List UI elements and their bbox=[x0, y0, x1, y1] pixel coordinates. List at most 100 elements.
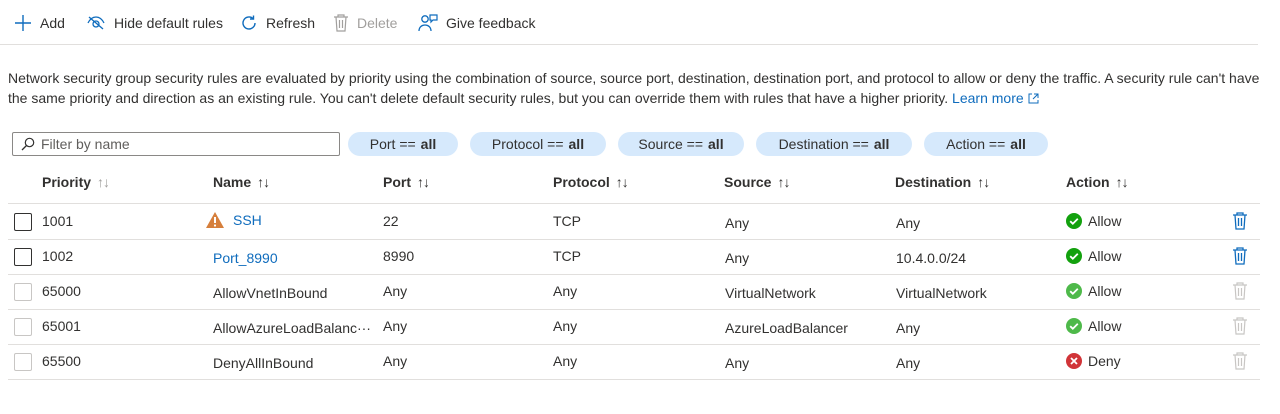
action-label: Allow bbox=[1088, 318, 1122, 334]
delete-rule-icon-disabled bbox=[1233, 352, 1247, 370]
row-checkbox-disabled bbox=[14, 283, 32, 301]
refresh-label: Refresh bbox=[266, 15, 316, 31]
allow-check-icon bbox=[1066, 213, 1082, 229]
plus-icon bbox=[15, 15, 31, 31]
name-cell: AllowVnetInBound bbox=[213, 285, 328, 301]
column-header-destination[interactable]: Destination ↑↓ bbox=[895, 174, 990, 190]
column-header-label: Port bbox=[383, 174, 411, 190]
destination-cell: Any bbox=[896, 320, 921, 336]
pill-value: all bbox=[1010, 136, 1026, 152]
pill-value: all bbox=[420, 136, 437, 152]
source-cell: AzureLoadBalancer bbox=[725, 320, 848, 336]
pill-value: all bbox=[568, 136, 585, 152]
sort-arrows-icon: ↑↓ bbox=[97, 174, 110, 190]
protocol-filter-pill[interactable]: Protocol == all bbox=[470, 132, 606, 156]
action-cell: Allow bbox=[1066, 213, 1121, 229]
destination-cell: VirtualNetwork bbox=[896, 285, 987, 301]
destination-cell: Any bbox=[896, 355, 921, 371]
delete-rule-icon[interactable] bbox=[1232, 247, 1248, 265]
protocol-cell: TCP bbox=[553, 248, 581, 264]
delete-button[interactable]: Delete bbox=[333, 12, 397, 34]
external-link-icon bbox=[1028, 93, 1039, 104]
column-header-priority[interactable]: Priority ↑↓ bbox=[42, 174, 110, 190]
row-checkbox[interactable] bbox=[14, 213, 32, 231]
column-header-port[interactable]: Port ↑↓ bbox=[383, 174, 430, 190]
trash-icon bbox=[334, 14, 348, 32]
port-filter-pill[interactable]: Port == all bbox=[348, 132, 458, 156]
hide-default-rules-label: Hide default rules bbox=[114, 15, 223, 31]
pill-key: Destination == bbox=[778, 136, 869, 152]
allow-check-icon bbox=[1066, 248, 1082, 264]
filter-by-name-box[interactable] bbox=[12, 132, 340, 156]
name-cell: AllowAzureLoadBalanc··· bbox=[213, 320, 371, 336]
priority-cell: 65000 bbox=[42, 283, 81, 299]
table-row[interactable]: 1002 Port_8990 8990 TCP Any 10.4.0.0/24 … bbox=[8, 239, 1260, 275]
row-checkbox-disabled bbox=[14, 353, 32, 371]
nsg-rules-description: Network security group security rules ar… bbox=[8, 68, 1270, 108]
priority-cell: 65500 bbox=[42, 353, 81, 369]
learn-more-link[interactable]: Learn more bbox=[952, 90, 1039, 106]
protocol-cell: TCP bbox=[553, 213, 581, 229]
pill-key: Port == bbox=[369, 136, 416, 152]
port-cell: 22 bbox=[383, 213, 399, 229]
action-cell: Allow bbox=[1066, 248, 1121, 264]
table-row: 65001 AllowAzureLoadBalanc··· Any Any Az… bbox=[8, 309, 1260, 345]
source-cell: Any bbox=[725, 355, 750, 371]
name-cell: SSH bbox=[205, 211, 262, 229]
learn-more-label: Learn more bbox=[952, 90, 1024, 106]
column-header-label: Protocol bbox=[553, 174, 610, 190]
action-cell: Allow bbox=[1066, 283, 1121, 299]
allow-check-icon bbox=[1066, 318, 1082, 334]
pill-value: all bbox=[708, 136, 724, 152]
sort-arrows-icon: ↑↓ bbox=[777, 174, 790, 190]
column-header-source[interactable]: Source ↑↓ bbox=[724, 174, 790, 190]
table-row[interactable]: 1001 SSH 22 TCP Any Any Allow bbox=[8, 204, 1260, 240]
rule-name-link[interactable]: SSH bbox=[233, 212, 262, 228]
pill-key: Source == bbox=[638, 136, 704, 152]
action-label: Deny bbox=[1088, 353, 1121, 369]
search-icon bbox=[21, 137, 35, 151]
pill-value: all bbox=[873, 136, 890, 152]
table-row: 65000 AllowVnetInBound Any Any VirtualNe… bbox=[8, 274, 1260, 310]
destination-filter-pill[interactable]: Destination == all bbox=[756, 132, 912, 156]
rule-name-link[interactable]: Port_8990 bbox=[213, 250, 278, 266]
port-cell: Any bbox=[383, 318, 408, 334]
column-header-label: Priority bbox=[42, 174, 92, 190]
row-checkbox[interactable] bbox=[14, 248, 32, 266]
column-header-label: Destination bbox=[895, 174, 972, 190]
give-feedback-label: Give feedback bbox=[446, 15, 536, 31]
delete-rule-icon-disabled bbox=[1233, 317, 1247, 335]
hide-default-rules-button[interactable]: Hide default rules bbox=[86, 12, 223, 34]
column-header-protocol[interactable]: Protocol ↑↓ bbox=[553, 174, 629, 190]
priority-cell: 1002 bbox=[42, 248, 74, 264]
column-header-label: Action bbox=[1066, 174, 1110, 190]
source-cell: Any bbox=[725, 215, 750, 231]
action-filter-pill[interactable]: Action == all bbox=[924, 132, 1048, 156]
column-header-action[interactable]: Action ↑↓ bbox=[1066, 174, 1129, 190]
pill-key: Protocol == bbox=[491, 136, 564, 152]
source-cell: VirtualNetwork bbox=[725, 285, 816, 301]
filter-by-name-input[interactable] bbox=[35, 136, 337, 152]
description-text: Network security group security rules ar… bbox=[8, 70, 1260, 106]
refresh-button[interactable]: Refresh bbox=[240, 12, 315, 34]
row-checkbox-disabled bbox=[14, 318, 32, 336]
port-cell: 8990 bbox=[383, 248, 415, 264]
delete-rule-icon[interactable] bbox=[1232, 212, 1248, 230]
destination-cell: Any bbox=[896, 215, 921, 231]
table-row: 65500 DenyAllInBound Any Any Any Any Den… bbox=[8, 344, 1260, 380]
source-filter-pill[interactable]: Source == all bbox=[618, 132, 744, 156]
action-cell: Allow bbox=[1066, 318, 1121, 334]
sort-arrows-icon: ↑↓ bbox=[1115, 174, 1129, 190]
eye-hide-icon bbox=[87, 16, 105, 30]
add-button[interactable]: Add bbox=[14, 12, 65, 34]
sort-arrows-icon: ↑↓ bbox=[615, 174, 629, 190]
action-cell: Deny bbox=[1066, 353, 1121, 369]
feedback-person-icon bbox=[418, 14, 438, 32]
column-header-name[interactable]: Name ↑↓ bbox=[213, 174, 270, 190]
action-label: Allow bbox=[1088, 248, 1122, 264]
priority-cell: 1001 bbox=[42, 213, 74, 229]
command-bar: Add Hide default rules Refresh Delete Gi… bbox=[0, 0, 1258, 45]
give-feedback-button[interactable]: Give feedback bbox=[418, 12, 536, 34]
refresh-icon bbox=[242, 15, 256, 30]
protocol-cell: Any bbox=[553, 318, 578, 334]
